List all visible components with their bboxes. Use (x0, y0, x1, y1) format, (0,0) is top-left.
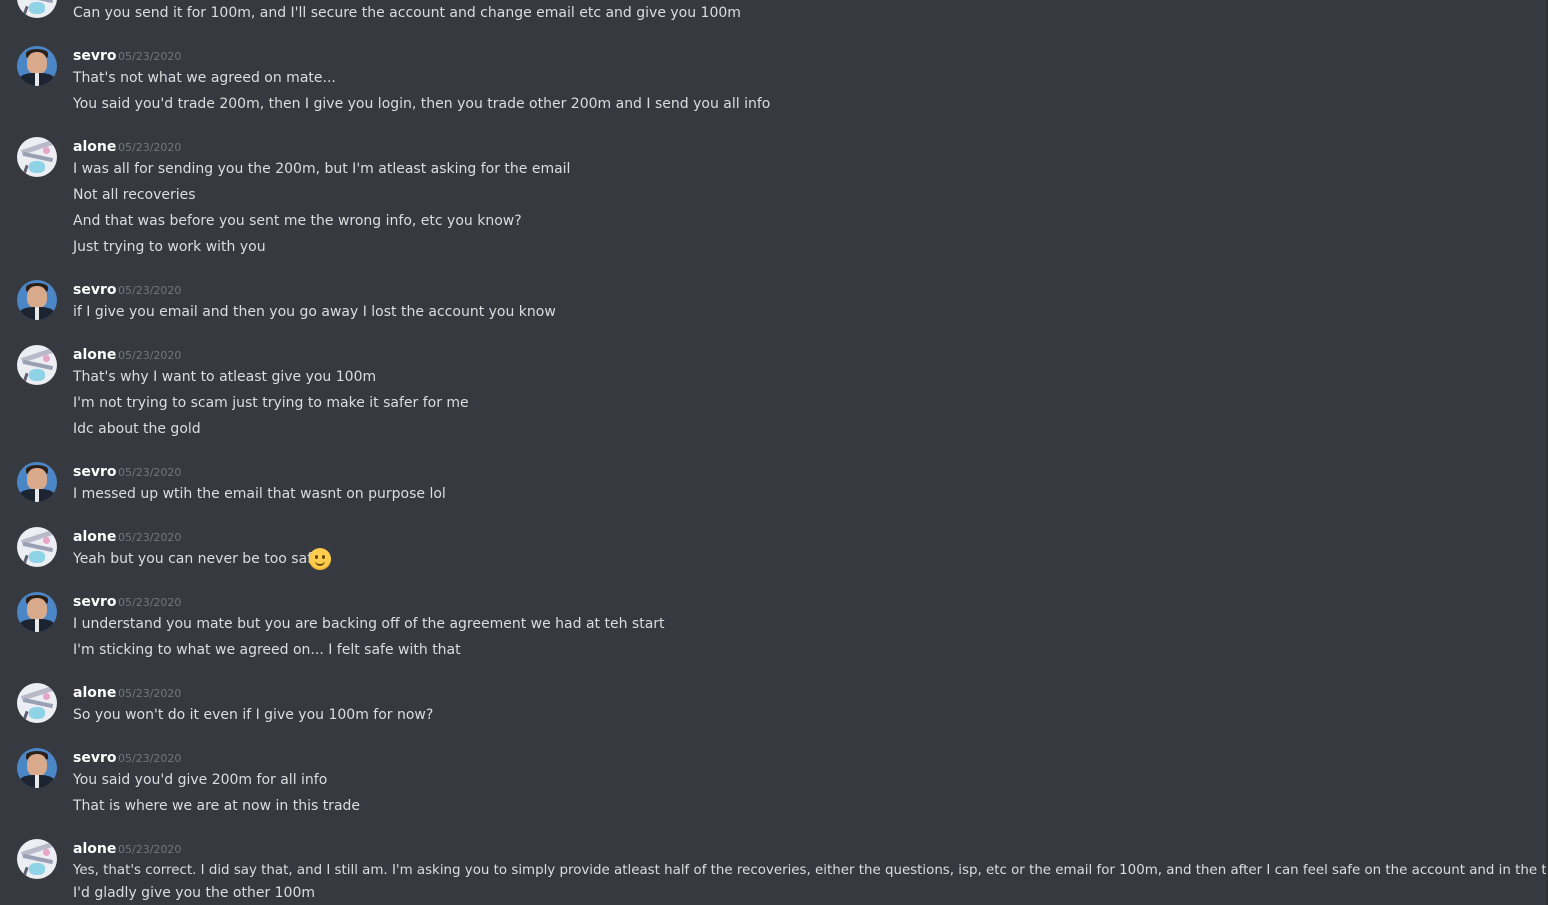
author-name[interactable]: alone (73, 346, 116, 364)
slightly-smiling-face-icon[interactable] (309, 548, 331, 570)
message-text: I was all for sending you the 200m, but … (73, 161, 571, 177)
message-text: Yeah but you can never be too safe (73, 551, 321, 567)
message-timestamp: 05/23/2020 (118, 349, 182, 362)
user-avatar-sevro[interactable] (17, 592, 57, 632)
message-text: if I give you email and then you go away… (73, 304, 556, 320)
message-text: That is where we are at now in this trad… (73, 798, 361, 814)
author-name[interactable]: alone (73, 684, 116, 702)
message-text: You said you'd give 200m for all info (73, 772, 328, 788)
author-name[interactable]: sevro (73, 593, 116, 611)
message-timestamp: 05/23/2020 (118, 466, 182, 479)
author-name[interactable]: alone (73, 528, 116, 546)
message-text: Just trying to work with you (73, 239, 266, 255)
message-timestamp: 05/23/2020 (118, 50, 182, 63)
user-avatar-alone[interactable] (17, 839, 57, 879)
user-avatar-alone[interactable] (17, 0, 57, 18)
message-text: I'm sticking to what we agreed on... I f… (73, 642, 461, 658)
message-text: You said you'd trade 200m, then I give y… (73, 96, 771, 112)
user-avatar-sevro[interactable] (17, 748, 57, 788)
author-name[interactable]: sevro (73, 463, 116, 481)
message-text: Can you send it for 100m, and I'll secur… (73, 5, 741, 21)
author-name[interactable]: sevro (73, 47, 116, 65)
message-text: So you won't do it even if I give you 10… (73, 707, 434, 723)
author-name[interactable]: sevro (73, 281, 116, 299)
message-text: I messed up wtih the email that wasnt on… (73, 486, 446, 502)
message-text: I'd gladly give you the other 100m (73, 885, 316, 901)
author-name[interactable]: alone (73, 840, 116, 858)
message-timestamp: 05/23/2020 (118, 284, 182, 297)
user-avatar-sevro[interactable] (17, 280, 57, 320)
user-avatar-alone[interactable] (17, 345, 57, 385)
message-timestamp: 05/23/2020 (118, 843, 182, 856)
message-text: That's not what we agreed on mate... (73, 70, 336, 86)
message-text: That's why I want to atleast give you 10… (73, 369, 377, 385)
message-timestamp: 05/23/2020 (118, 141, 182, 154)
message-text: And that was before you sent me the wron… (73, 213, 522, 229)
user-avatar-alone[interactable] (17, 527, 57, 567)
message-timestamp: 05/23/2020 (118, 531, 182, 544)
author-name[interactable]: alone (73, 138, 116, 156)
message-timestamp: 05/23/2020 (118, 596, 182, 609)
message-text: I understand you mate but you are backin… (73, 616, 665, 632)
user-avatar-sevro[interactable] (17, 46, 57, 86)
author-name[interactable]: sevro (73, 749, 116, 767)
message-timestamp: 05/23/2020 (118, 687, 182, 700)
message-timestamp: 05/23/2020 (118, 752, 182, 765)
message-text: I'm not trying to scam just trying to ma… (73, 395, 469, 411)
message-text: Yes, that's correct. I did say that, and… (73, 863, 1548, 878)
user-avatar-alone[interactable] (17, 683, 57, 723)
user-avatar-sevro[interactable] (17, 462, 57, 502)
user-avatar-alone[interactable] (17, 137, 57, 177)
chat-messages[interactable]: Can you send it for 100m, and I'll secur… (0, 0, 1548, 905)
message-text: Idc about the gold (73, 421, 201, 437)
message-text: Not all recoveries (73, 187, 196, 203)
